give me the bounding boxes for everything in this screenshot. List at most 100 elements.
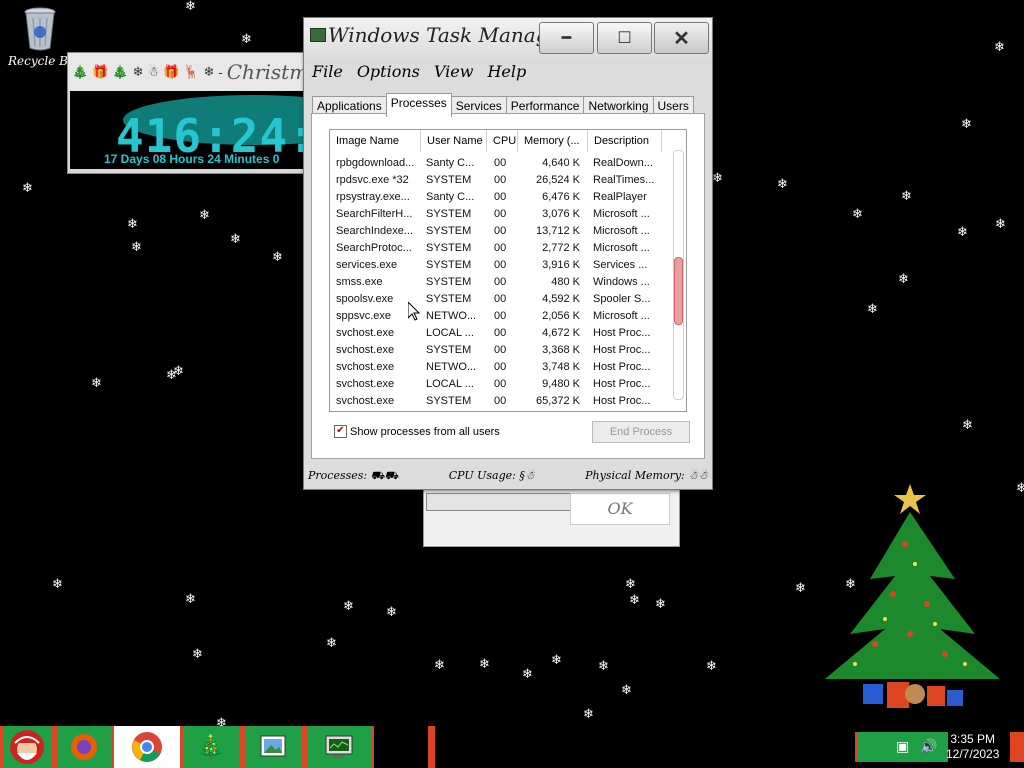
clock-time: 3:35 PM	[950, 732, 996, 746]
process-cell-image: svchost.exe	[336, 361, 395, 373]
gift-icon: 🎁	[92, 64, 109, 79]
task-manager-window[interactable]: Windows Task Manager ━ ☐ ✕ File Options …	[303, 17, 713, 490]
process-row[interactable]: SearchFilterH... SYSTEM 00 3,076 K Microsoft…	[330, 206, 670, 223]
process-row[interactable]: sppsvc.exe NETWO... 00 2,056 K Microsoft ...	[330, 308, 670, 325]
ok-button[interactable]: OK	[570, 493, 670, 525]
tab-processes[interactable]: Processes	[385, 93, 452, 117]
taskbar-firefox-button[interactable]	[54, 726, 114, 768]
process-row[interactable]: svchost.exe SYSTEM 00 65,372 K Host Proc...	[330, 393, 670, 410]
process-cell-user: Santy C...	[426, 191, 475, 203]
process-row[interactable]: svchost.exe SYSTEM 00 3,368 K Host Proc...	[330, 342, 670, 359]
show-desktop-button[interactable]	[1010, 732, 1024, 762]
taskbar-clock[interactable]: 3:35 PM 12/7/2023	[946, 732, 999, 762]
process-cell-image: SearchFilterH...	[336, 208, 413, 220]
process-row[interactable]: SearchProtoc... SYSTEM 00 2,772 K Microsoft …	[330, 240, 670, 257]
tree-icon: 🎄	[112, 64, 129, 79]
scrollbar-thumb[interactable]	[674, 257, 683, 325]
volume-icon[interactable]: 🔊	[920, 738, 937, 755]
column-header-image-name[interactable]: Image Name	[330, 130, 421, 152]
process-row[interactable]: svchost.exe LOCAL ... 00 9,480 K Host Proc..…	[330, 376, 670, 393]
process-list[interactable]: Image Name User Name CPU Memory (... Des…	[329, 129, 687, 412]
menu-view[interactable]: View	[434, 62, 474, 81]
process-cell-image: sppsvc.exe	[336, 310, 392, 322]
process-cell-image: rpdsvc.exe *32	[336, 174, 409, 186]
network-icon[interactable]: ▣	[896, 738, 909, 755]
taskbar-separator	[428, 726, 435, 768]
status-physical-memory: Physical Memory: ☃☃	[585, 469, 708, 482]
process-cell-desc: Microsoft ...	[593, 242, 650, 254]
process-cell-cpu: 00	[494, 208, 507, 220]
process-cell-cpu: 00	[494, 361, 507, 373]
column-header-cpu[interactable]: CPU	[487, 130, 518, 152]
title-bar[interactable]: Windows Task Manager ━ ☐ ✕	[304, 18, 712, 62]
taskbar-tree-button[interactable]: 🎄	[180, 726, 242, 768]
process-cell-cpu: 00	[494, 157, 507, 169]
taskbar-chrome-button[interactable]	[114, 726, 180, 768]
process-cell-image: smss.exe	[336, 276, 383, 288]
process-row[interactable]: rpdsvc.exe *32 SYSTEM 00 26,524 K RealTimes.…	[330, 172, 670, 189]
status-cpu-usage: CPU Usage: §☃	[448, 469, 535, 482]
chrome-icon	[132, 732, 162, 762]
minimize-button[interactable]: ━	[539, 22, 594, 54]
bell-icon: 🎄	[72, 64, 89, 79]
process-cell-user: SYSTEM	[426, 395, 472, 407]
process-cell-image: rpbgdownload...	[336, 157, 415, 169]
menu-file[interactable]: File	[312, 62, 343, 81]
process-cell-image: SearchIndexe...	[336, 225, 414, 237]
start-button[interactable]	[0, 726, 54, 768]
process-cell-image: rpsystray.exe...	[336, 191, 410, 203]
menu-help[interactable]: Help	[487, 62, 526, 81]
show-all-processes-label: Show processes from all users	[350, 425, 500, 438]
vertical-scrollbar[interactable]	[673, 150, 684, 400]
tree-icon: 🎄	[197, 734, 225, 759]
process-cell-user: SYSTEM	[426, 208, 472, 220]
process-cell-user: NETWO...	[426, 361, 477, 373]
process-cell-desc: Host Proc...	[593, 395, 651, 407]
column-header-memory[interactable]: Memory (...	[518, 130, 588, 152]
system-tray: ▣ 🔊	[855, 732, 948, 762]
process-cell-user: NETWO...	[426, 310, 477, 322]
process-row[interactable]: spoolsv.exe SYSTEM 00 4,592 K Spooler S...	[330, 291, 670, 308]
show-all-processes-checkbox[interactable]: ✔ Show processes from all users	[334, 425, 500, 438]
process-row[interactable]: rpsystray.exe... Santy C... 00 6,476 K RealP…	[330, 189, 670, 206]
process-cell-cpu: 00	[494, 378, 507, 390]
process-cell-user: SYSTEM	[426, 242, 472, 254]
process-cell-cpu: 00	[494, 310, 507, 322]
reindeer-icon: 🦌	[183, 64, 200, 79]
process-row[interactable]: services.exe SYSTEM 00 3,916 K Services ...	[330, 257, 670, 274]
santa-start-icon	[10, 730, 44, 764]
process-cell-memory: 4,672 K	[542, 327, 580, 339]
close-button[interactable]: ✕	[654, 22, 709, 54]
process-cell-user: LOCAL ...	[426, 378, 474, 390]
process-cell-memory: 3,368 K	[542, 344, 580, 356]
taskbar: 🎄 ▣ 🔊 3:35 PM 12/7/2023	[0, 726, 1024, 768]
process-cell-cpu: 00	[494, 293, 507, 305]
recycle-bin-desktop-icon[interactable]: Recycle Bin	[8, 6, 80, 68]
process-row[interactable]: smss.exe SYSTEM 00 480 K Windows ...	[330, 274, 670, 291]
photo-viewer-icon	[260, 735, 286, 757]
menu-options[interactable]: Options	[357, 62, 420, 81]
process-cell-memory: 65,372 K	[535, 395, 580, 407]
column-header-user-name[interactable]: User Name	[421, 130, 487, 152]
taskbar-photos-button[interactable]	[242, 726, 304, 768]
process-row[interactable]: SearchIndexe... SYSTEM 00 13,712 K Microsoft…	[330, 223, 670, 240]
process-cell-desc: Host Proc...	[593, 378, 651, 390]
column-header-description[interactable]: Description	[588, 130, 662, 152]
taskbar-task-manager-button[interactable]	[304, 726, 374, 768]
process-cell-memory: 4,640 K	[542, 157, 580, 169]
process-cell-cpu: 00	[494, 327, 507, 339]
process-row[interactable]: svchost.exe LOCAL ... 00 4,672 K Host Proc..…	[330, 325, 670, 342]
process-cell-desc: RealPlayer	[593, 191, 647, 203]
process-cell-cpu: 00	[494, 174, 507, 186]
process-row[interactable]: svchost.exe NETWO... 00 3,748 K Host Proc...	[330, 359, 670, 376]
window-title: Windows Task Manager	[328, 23, 570, 47]
status-processes: Processes: ⛟⛟	[308, 469, 399, 482]
christmas-countdown-gadget[interactable]: 🎄 🎁 🎄 ❄ ☃ 🎁 🦌 ❄ - Christmas 416:24: 17 D…	[67, 52, 309, 174]
end-process-button[interactable]: End Process	[592, 421, 690, 443]
process-cell-desc: Host Proc...	[593, 344, 651, 356]
maximize-button[interactable]: ☐	[597, 22, 652, 54]
process-cell-desc: Host Proc...	[593, 361, 651, 373]
process-row[interactable]: rpbgdownload... Santy C... 00 4,640 K RealDo…	[330, 155, 670, 172]
mouse-cursor-icon	[408, 302, 420, 321]
process-cell-desc: Spooler S...	[593, 293, 651, 305]
